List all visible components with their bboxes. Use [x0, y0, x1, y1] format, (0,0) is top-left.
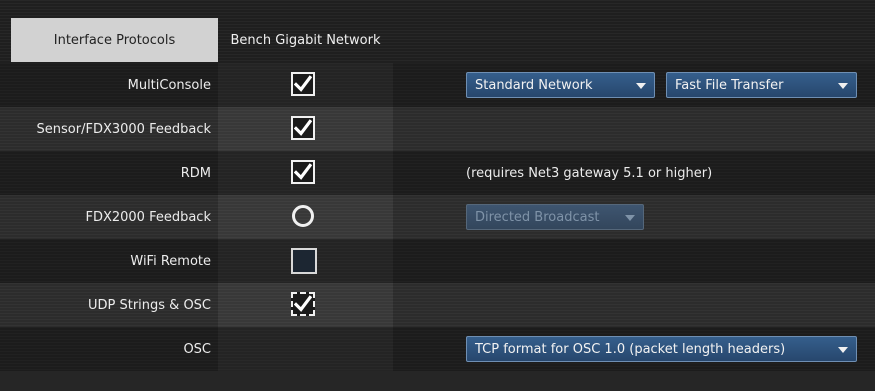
table-row-multiconsole: MultiConsole Standard Network Fast File … — [0, 63, 875, 107]
multiconsole-transfer-dropdown[interactable]: Fast File Transfer — [666, 72, 857, 98]
dropdown-value: TCP format for OSC 1.0 (packet length he… — [475, 341, 786, 357]
osc-format-dropdown[interactable]: TCP format for OSC 1.0 (packet length he… — [466, 336, 857, 362]
row-label: MultiConsole — [127, 77, 211, 93]
rdm-checkbox[interactable] — [291, 160, 315, 184]
chevron-down-icon — [625, 215, 635, 221]
dropdown-value: Standard Network — [475, 77, 593, 93]
row-label: RDM — [180, 165, 211, 181]
chevron-down-icon — [636, 83, 646, 89]
checkmark-icon — [294, 75, 312, 92]
row-label: OSC — [183, 341, 211, 357]
table-row-udp-strings-osc: UDP Strings & OSC — [0, 283, 875, 327]
sensor-fdx3000-checkbox[interactable] — [291, 116, 315, 140]
fdx2000-broadcast-dropdown[interactable]: Directed Broadcast — [466, 204, 644, 230]
table-row-fdx2000: FDX2000 Feedback Directed Broadcast — [0, 195, 875, 239]
row-label: WiFi Remote — [130, 253, 211, 269]
chevron-down-icon — [838, 347, 848, 353]
multiconsole-network-dropdown[interactable]: Standard Network — [466, 72, 655, 98]
multiconsole-checkbox[interactable] — [291, 72, 315, 96]
row-label: FDX2000 Feedback — [85, 209, 211, 225]
tab-interface-protocols[interactable]: Interface Protocols — [11, 18, 218, 62]
checkmark-icon — [294, 119, 312, 136]
bottom-strip — [0, 371, 875, 391]
row-label: Sensor/FDX3000 Feedback — [36, 121, 211, 137]
wifi-remote-checkbox[interactable] — [291, 248, 317, 274]
table-row-osc: OSC TCP format for OSC 1.0 (packet lengt… — [0, 327, 875, 371]
table-row-wifi-remote: WiFi Remote — [0, 239, 875, 283]
rdm-requirement-note: (requires Net3 gateway 5.1 or higher) — [466, 165, 713, 181]
table-row-rdm: RDM (requires Net3 gateway 5.1 or higher… — [0, 151, 875, 195]
tab-bench-gigabit-network[interactable]: Bench Gigabit Network — [218, 18, 393, 62]
checkmark-icon — [294, 163, 312, 180]
dropdown-value: Directed Broadcast — [475, 209, 600, 225]
protocol-table: MultiConsole Standard Network Fast File … — [0, 63, 875, 371]
row-label: UDP Strings & OSC — [87, 297, 211, 313]
chevron-down-icon — [838, 83, 848, 89]
dropdown-value: Fast File Transfer — [675, 77, 784, 93]
table-row-sensor-fdx3000: Sensor/FDX3000 Feedback — [0, 107, 875, 151]
fdx2000-radio-button[interactable] — [292, 205, 314, 227]
udp-strings-osc-checkbox[interactable] — [291, 292, 315, 316]
checkmark-icon — [294, 295, 312, 312]
bench-column-cell — [218, 327, 393, 371]
